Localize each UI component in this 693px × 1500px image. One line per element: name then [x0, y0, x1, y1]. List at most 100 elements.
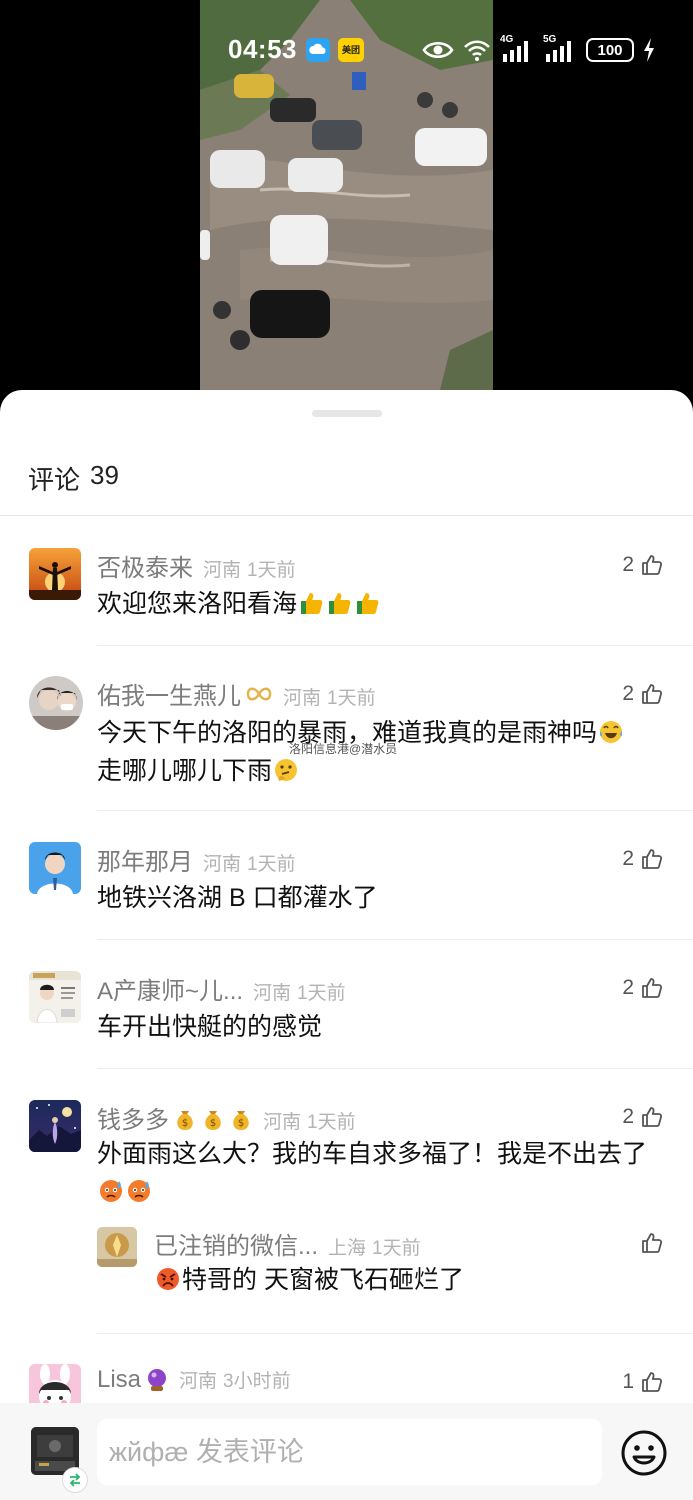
like-button[interactable]: 2 — [622, 553, 664, 577]
comment-item[interactable]: 那年那月 河南 1天前 2 地铁兴洛湖 B 口都灌水了 — [0, 811, 693, 940]
money-bag-icon: $ — [233, 1110, 249, 1130]
svg-text:$: $ — [210, 1118, 216, 1129]
thumbs-up-outline-icon — [642, 684, 663, 704]
comment-username[interactable]: 那年那月 — [97, 842, 193, 877]
comment-meta: 否极泰来 河南 1天前 — [97, 548, 296, 583]
like-button[interactable]: 2 — [622, 1105, 664, 1129]
comment-text: 车开出快艇的的感觉 — [97, 1013, 323, 1041]
comment-time: 3小时前 — [223, 1371, 291, 1392]
comment-time: 1天前 — [327, 688, 376, 709]
svg-text:$: $ — [238, 1118, 244, 1129]
laugh-cry-icon — [599, 721, 623, 743]
sweat-face-icon — [128, 1180, 150, 1202]
comment-meta: 那年那月 河南 1天前 — [97, 842, 296, 877]
reply-text: 特哥的 天窗被飞石砸烂了 — [182, 1266, 464, 1294]
avatar[interactable] — [29, 971, 81, 1023]
thumbs-up-icon — [357, 593, 379, 614]
comment-item[interactable]: 否极泰来 河南 1天前 2 欢迎您来洛阳看海 — [0, 516, 693, 646]
comment-body: 地铁兴洛湖 B 口都灌水了 — [97, 879, 667, 917]
like-count: 2 — [622, 976, 634, 999]
signal-5g-label: 5G — [543, 34, 557, 45]
avatar[interactable] — [29, 842, 81, 894]
like-count: 2 — [622, 553, 634, 576]
user-badges — [145, 1367, 169, 1393]
battery-icon: 100 — [586, 38, 634, 62]
avatar[interactable] — [29, 1100, 81, 1152]
like-count: 1 — [622, 1370, 634, 1393]
video-frame-flooded-street[interactable] — [200, 0, 493, 390]
comment-location: 河南 — [283, 688, 322, 709]
comment-meta: 佑我一生燕儿 河南 1天前 — [97, 676, 376, 711]
comment-sheet: 评论 39 否极泰来 河南 1天前 2 欢迎您来洛阳看海 佑我一生燕儿 河南 1… — [0, 390, 693, 1500]
comment-text: 外面雨这么大？我的车自求多福了！我是不出去了 — [97, 1140, 648, 1168]
comment-time: 1天前 — [247, 560, 296, 581]
watermark-text: 洛阳信息港@潜水员 — [289, 742, 398, 756]
money-bag-icon: $ — [205, 1110, 221, 1130]
comment-username[interactable]: 佑我一生燕儿 — [97, 676, 241, 711]
battery-level: 100 — [597, 41, 623, 59]
comment-location: 河南 — [263, 1112, 302, 1133]
thumbs-up-outline-icon — [642, 555, 663, 575]
comment-text: 地铁兴洛湖 B 口都灌水了 — [97, 884, 378, 912]
comment-username[interactable]: Lisa — [97, 1366, 141, 1394]
like-button[interactable]: 2 — [622, 847, 664, 871]
sweat-face-icon — [100, 1180, 122, 1202]
avatar[interactable] — [29, 548, 81, 600]
thinking-face-icon — [275, 759, 298, 781]
comment-body: 车开出快艇的的感觉 — [97, 1008, 667, 1046]
comment-username[interactable]: 钱多多 — [97, 1100, 169, 1135]
signal-4g-label: 4G — [500, 34, 514, 45]
signal-4g-icon: 4G — [500, 34, 534, 62]
reply-meta: 已注销的微信... 上海 1天前 — [154, 1226, 421, 1261]
comment-item[interactable]: 钱多多 $ $ $ 河南 1天前 2 外面雨这么大？我的车自求多福了！我是不出去… — [0, 1069, 693, 1334]
comment-username[interactable]: 否极泰来 — [97, 548, 193, 583]
reply-time: 1天前 — [372, 1238, 421, 1259]
reply-location: 上海 — [328, 1238, 367, 1259]
like-button[interactable]: 2 — [622, 682, 664, 706]
comment-location: 河南 — [253, 983, 292, 1004]
avatar[interactable] — [29, 676, 83, 730]
video-player[interactable]: 04:53 美团 4G 5G 100 — [0, 0, 693, 400]
comment-item[interactable]: A产康师~儿... 河南 1天前 2 车开出快艇的的感觉 — [0, 940, 693, 1069]
like-count: 2 — [622, 1105, 634, 1128]
money-bag-icon: $ — [177, 1110, 193, 1130]
user-badges — [245, 684, 273, 704]
thumbs-up-outline-icon — [642, 1372, 663, 1392]
thumbs-up-outline-icon — [642, 1107, 663, 1127]
thumbs-up-outline-icon — [642, 1233, 663, 1253]
thumbs-up-icon — [301, 593, 323, 614]
comment-input[interactable] — [97, 1419, 602, 1485]
comment-time: 1天前 — [297, 983, 346, 1004]
emoji-button[interactable] — [620, 1429, 668, 1477]
infinity-icon — [246, 687, 272, 700]
comment-body: 欢迎您来洛阳看海 — [97, 585, 667, 623]
comment-input-bar — [0, 1403, 693, 1500]
reply-like-button[interactable] — [640, 1231, 664, 1255]
thumbs-up-outline-icon — [642, 978, 663, 998]
comment-text-line2: 走哪儿哪儿下雨 — [97, 757, 273, 785]
comment-username[interactable]: A产康师~儿... — [97, 971, 243, 1006]
user-badges: $ $ $ — [173, 1105, 253, 1131]
charging-icon — [644, 38, 654, 62]
reply-username[interactable]: 已注销的微信... — [154, 1226, 318, 1261]
comment-time: 1天前 — [247, 854, 296, 875]
crystal-ball-icon — [148, 1369, 167, 1391]
reply-avatar[interactable] — [97, 1227, 137, 1267]
comment-location: 河南 — [179, 1371, 218, 1392]
comments-title: 评论 — [28, 465, 81, 495]
sheet-drag-handle[interactable] — [312, 410, 382, 417]
thumbs-up-icon — [329, 593, 351, 614]
comment-location: 河南 — [203, 854, 242, 875]
svg-text:$: $ — [182, 1118, 188, 1129]
comment-item[interactable]: 佑我一生燕儿 河南 1天前 2 今天下午的洛阳的暴雨，难道我真的是雨神吗 走哪儿… — [0, 646, 693, 811]
like-button[interactable]: 2 — [622, 976, 664, 1000]
comment-body: 外面雨这么大？我的车自求多福了！我是不出去了 — [97, 1135, 667, 1211]
flood-scene-image — [200, 0, 493, 390]
switch-account-icon[interactable] — [62, 1467, 88, 1493]
reply-body: 特哥的 天窗被飞石砸烂了 — [154, 1261, 464, 1299]
comment-item[interactable]: Lisa 河南 3小时前 1 — [0, 1334, 693, 1416]
angry-face-icon — [157, 1268, 179, 1290]
comments-header: 评论 39 — [28, 460, 119, 497]
like-count: 2 — [622, 682, 634, 705]
like-button[interactable]: 1 — [622, 1370, 664, 1394]
